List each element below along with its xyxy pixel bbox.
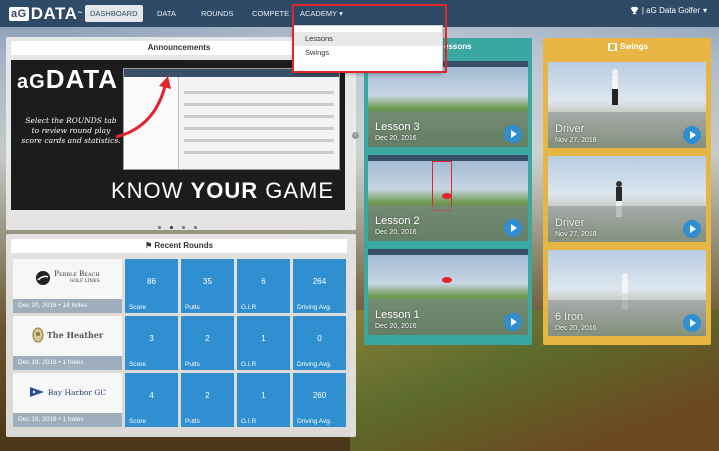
flag-icon: ⚑ [144,241,153,250]
recent-rounds-title: Recent Rounds [154,241,214,250]
slide-arrow-icon [115,76,171,139]
slide-logo-text: DATA [45,64,119,94]
round-date: Dec 19, 2016 • 1 holes [13,356,122,370]
lesson-name: Lesson 2 [375,215,420,227]
swings-title: Swings [620,42,649,51]
carousel-next-icon[interactable]: › [352,132,359,139]
lesson-card[interactable]: Lesson 1 Dec 20, 2016 [368,249,528,335]
lesson-name: Lesson 1 [375,309,420,321]
swing-card[interactable]: Driver Nov 27, 2018 [548,156,706,242]
logo-ag: aG [9,6,29,21]
score-tile: 4 Score [125,373,178,427]
nav-rounds[interactable]: ROUNDS [196,5,239,22]
heather-crest-icon [32,327,44,343]
course-logo: Bay Harbor GC [13,373,122,411]
score-tile: 3 Score [125,316,178,370]
slide-footer: KNOW YOUR GAME [111,178,335,203]
recent-rounds-header: ⚑ Recent Rounds [11,239,347,253]
course-name: The Heather [46,330,104,340]
caret-down-icon: ▾ [702,6,707,15]
course-logo: Pebble Beach GOLF LINKS [13,259,122,297]
play-icon[interactable] [504,125,522,143]
play-icon[interactable] [504,219,522,237]
swing-name: Driver [555,217,585,229]
course-logo: The Heather [13,316,122,354]
lesson-date: Dec 20, 2016 [375,323,417,330]
golfer-figure [612,69,618,105]
user-menu[interactable]: | aG Data Golfer ▾ [630,6,707,15]
lesson-card[interactable]: Lesson 3 Dec 20, 2016 [368,61,528,147]
logo-text: DATA [30,3,78,23]
swing-name: Driver [555,123,585,135]
course-card: Pebble Beach GOLF LINKS Dec 20, 2016 • 18… [13,259,122,313]
highlight-box [292,4,447,73]
gir-tile: 1 G.I.R [237,316,290,370]
gir-tile: 6 G.I.R [237,259,290,313]
round-row[interactable]: The Heather Dec 19, 2016 • 1 holes 3 Scor… [13,316,347,370]
driving-avg-tile: 264 Driving Avg. [293,259,346,313]
play-icon[interactable] [683,126,701,144]
lesson-card[interactable]: Lesson 2 Dec 20, 2016 [368,155,528,241]
swing-date: Nov 27, 2018 [555,231,597,238]
swing-name: 6 Iron [555,311,584,323]
nav-dashboard[interactable]: DASHBOARD [85,5,143,22]
carousel-dot[interactable] [194,226,197,229]
trophy-icon [630,6,638,15]
user-name: | aG Data Golfer [641,6,700,15]
swings-header: Swings [608,42,648,51]
carousel-dot[interactable] [182,226,185,229]
round-date: Dec 20, 2016 • 18 holes [13,299,122,313]
slide-logo: aGDATA [17,64,118,95]
putts-tile: 2 Putts [181,373,234,427]
driving-avg-tile: 0 Driving Avg. [293,316,346,370]
play-icon[interactable] [683,220,701,238]
pennant-flag-icon [29,387,44,397]
course-name: Pebble Beach [54,270,100,278]
carousel-indicators [158,226,197,229]
course-name: Bay Harbor GC [47,387,107,397]
swing-date: Dec 20, 2016 [555,325,597,332]
swing-date: Nov 27, 2018 [555,137,597,144]
cypress-tree-icon [36,271,51,285]
play-icon[interactable] [504,313,522,331]
slide-text: Select the ROUNDS tab to review round pl… [21,116,121,145]
driving-avg-tile: 260 Driving Avg. [293,373,346,427]
lesson-date: Dec 20, 2016 [375,135,417,142]
nav-compete[interactable]: COMPETE [247,5,294,22]
announcement-slide[interactable]: aGDATA Select the ROUNDS tab to review r… [11,60,345,210]
swing-card[interactable]: Driver Nov 27, 2018 [548,62,706,148]
film-icon [608,42,617,51]
round-row[interactable]: Bay Harbor GC Dec 19, 2016 • 1 holes 4 Sc… [13,373,347,427]
round-date: Dec 19, 2016 • 1 holes [13,413,122,427]
lesson-name: Lesson 3 [375,121,420,133]
round-row[interactable]: Pebble Beach GOLF LINKS Dec 20, 2016 • 18… [13,259,347,313]
course-subtitle: GOLF LINKS [69,279,100,284]
carousel-dot[interactable] [170,226,173,229]
play-icon[interactable] [683,314,701,332]
lessons-title: essons [444,42,472,51]
score-tile: 86 Score [125,259,178,313]
lesson-date: Dec 20, 2016 [375,229,417,236]
nav-data[interactable]: DATA [152,5,181,22]
course-card: The Heather Dec 19, 2016 • 1 holes [13,316,122,370]
app-logo[interactable]: aG DATA ™ [9,4,83,23]
putts-tile: 35 Putts [181,259,234,313]
swing-card[interactable]: 6 Iron Dec 20, 2016 [548,250,706,336]
gir-tile: 1 G.I.R [237,373,290,427]
slide-logo-ag: aG [17,71,46,93]
carousel-dot[interactable] [158,226,161,229]
carousel-prev-icon[interactable]: ‹ [2,132,5,141]
putts-tile: 2 Putts [181,316,234,370]
course-card: Bay Harbor GC Dec 19, 2016 • 1 holes [13,373,122,427]
